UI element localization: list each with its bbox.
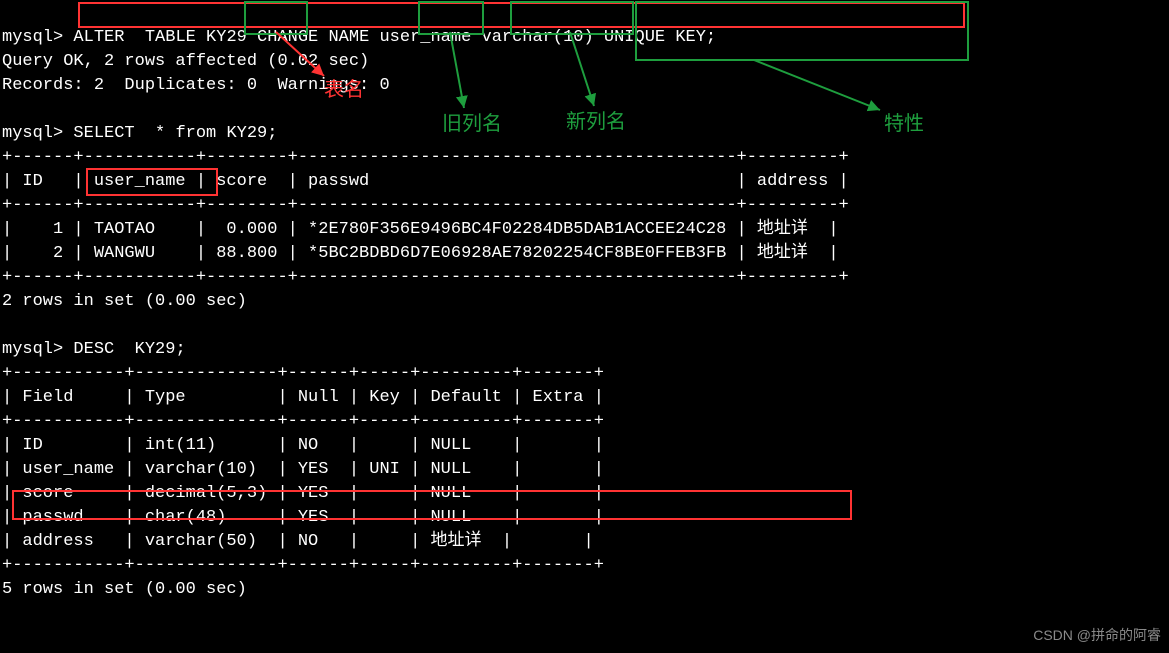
- table-border: +------+-----------+--------+-----------…: [2, 268, 849, 287]
- table-row: | user_name | varchar(10) | YES | UNI | …: [2, 460, 604, 479]
- result-footer: 5 rows in set (0.00 sec): [2, 580, 247, 599]
- table-border: +------+-----------+--------+-----------…: [2, 148, 849, 167]
- sql-desc: DESC KY29;: [73, 340, 185, 359]
- table-row: | address | varchar(50) | NO | | 地址详 | |: [2, 532, 594, 551]
- table-row: | 2 | WANGWU | 88.800 | *5BC2BDBD6D7E069…: [2, 244, 839, 263]
- table-border: +-----------+--------------+------+-----…: [2, 412, 604, 431]
- table-row: | ID | int(11) | NO | | NULL | |: [2, 436, 604, 455]
- table-header: | Field | Type | Null | Key | Default | …: [2, 388, 604, 407]
- label-new-col: 新列名: [566, 110, 626, 134]
- table-row: | passwd | char(48) | YES | | NULL | |: [2, 508, 604, 527]
- sql-alter: ALTER TABLE KY29 CHANGE NAME user_name v…: [73, 28, 716, 47]
- prompt: mysql>: [2, 124, 63, 143]
- label-table-name: 表名: [324, 78, 364, 102]
- prompt: mysql>: [2, 340, 63, 359]
- table-row: | score | decimal(5,3) | YES | | NULL | …: [2, 484, 604, 503]
- query-ok: Query OK, 2 rows affected (0.02 sec): [2, 52, 369, 71]
- prompt: mysql>: [2, 28, 63, 47]
- table-header: | ID | user_name | score | passwd | addr…: [2, 172, 849, 191]
- result-footer: 2 rows in set (0.00 sec): [2, 292, 247, 311]
- table-border: +------+-----------+--------+-----------…: [2, 196, 849, 215]
- terminal-output: mysql> ALTER TABLE KY29 CHANGE NAME user…: [2, 2, 849, 602]
- watermark: CSDN @拼命的阿睿: [1033, 623, 1161, 647]
- table-row: | 1 | TAOTAO | 0.000 | *2E780F356E9496BC…: [2, 220, 839, 239]
- table-border: +-----------+--------------+------+-----…: [2, 364, 604, 383]
- label-feature: 特性: [884, 112, 924, 136]
- sql-select: SELECT * from KY29;: [73, 124, 277, 143]
- label-old-col: 旧列名: [442, 112, 502, 136]
- table-border: +-----------+--------------+------+-----…: [2, 556, 604, 575]
